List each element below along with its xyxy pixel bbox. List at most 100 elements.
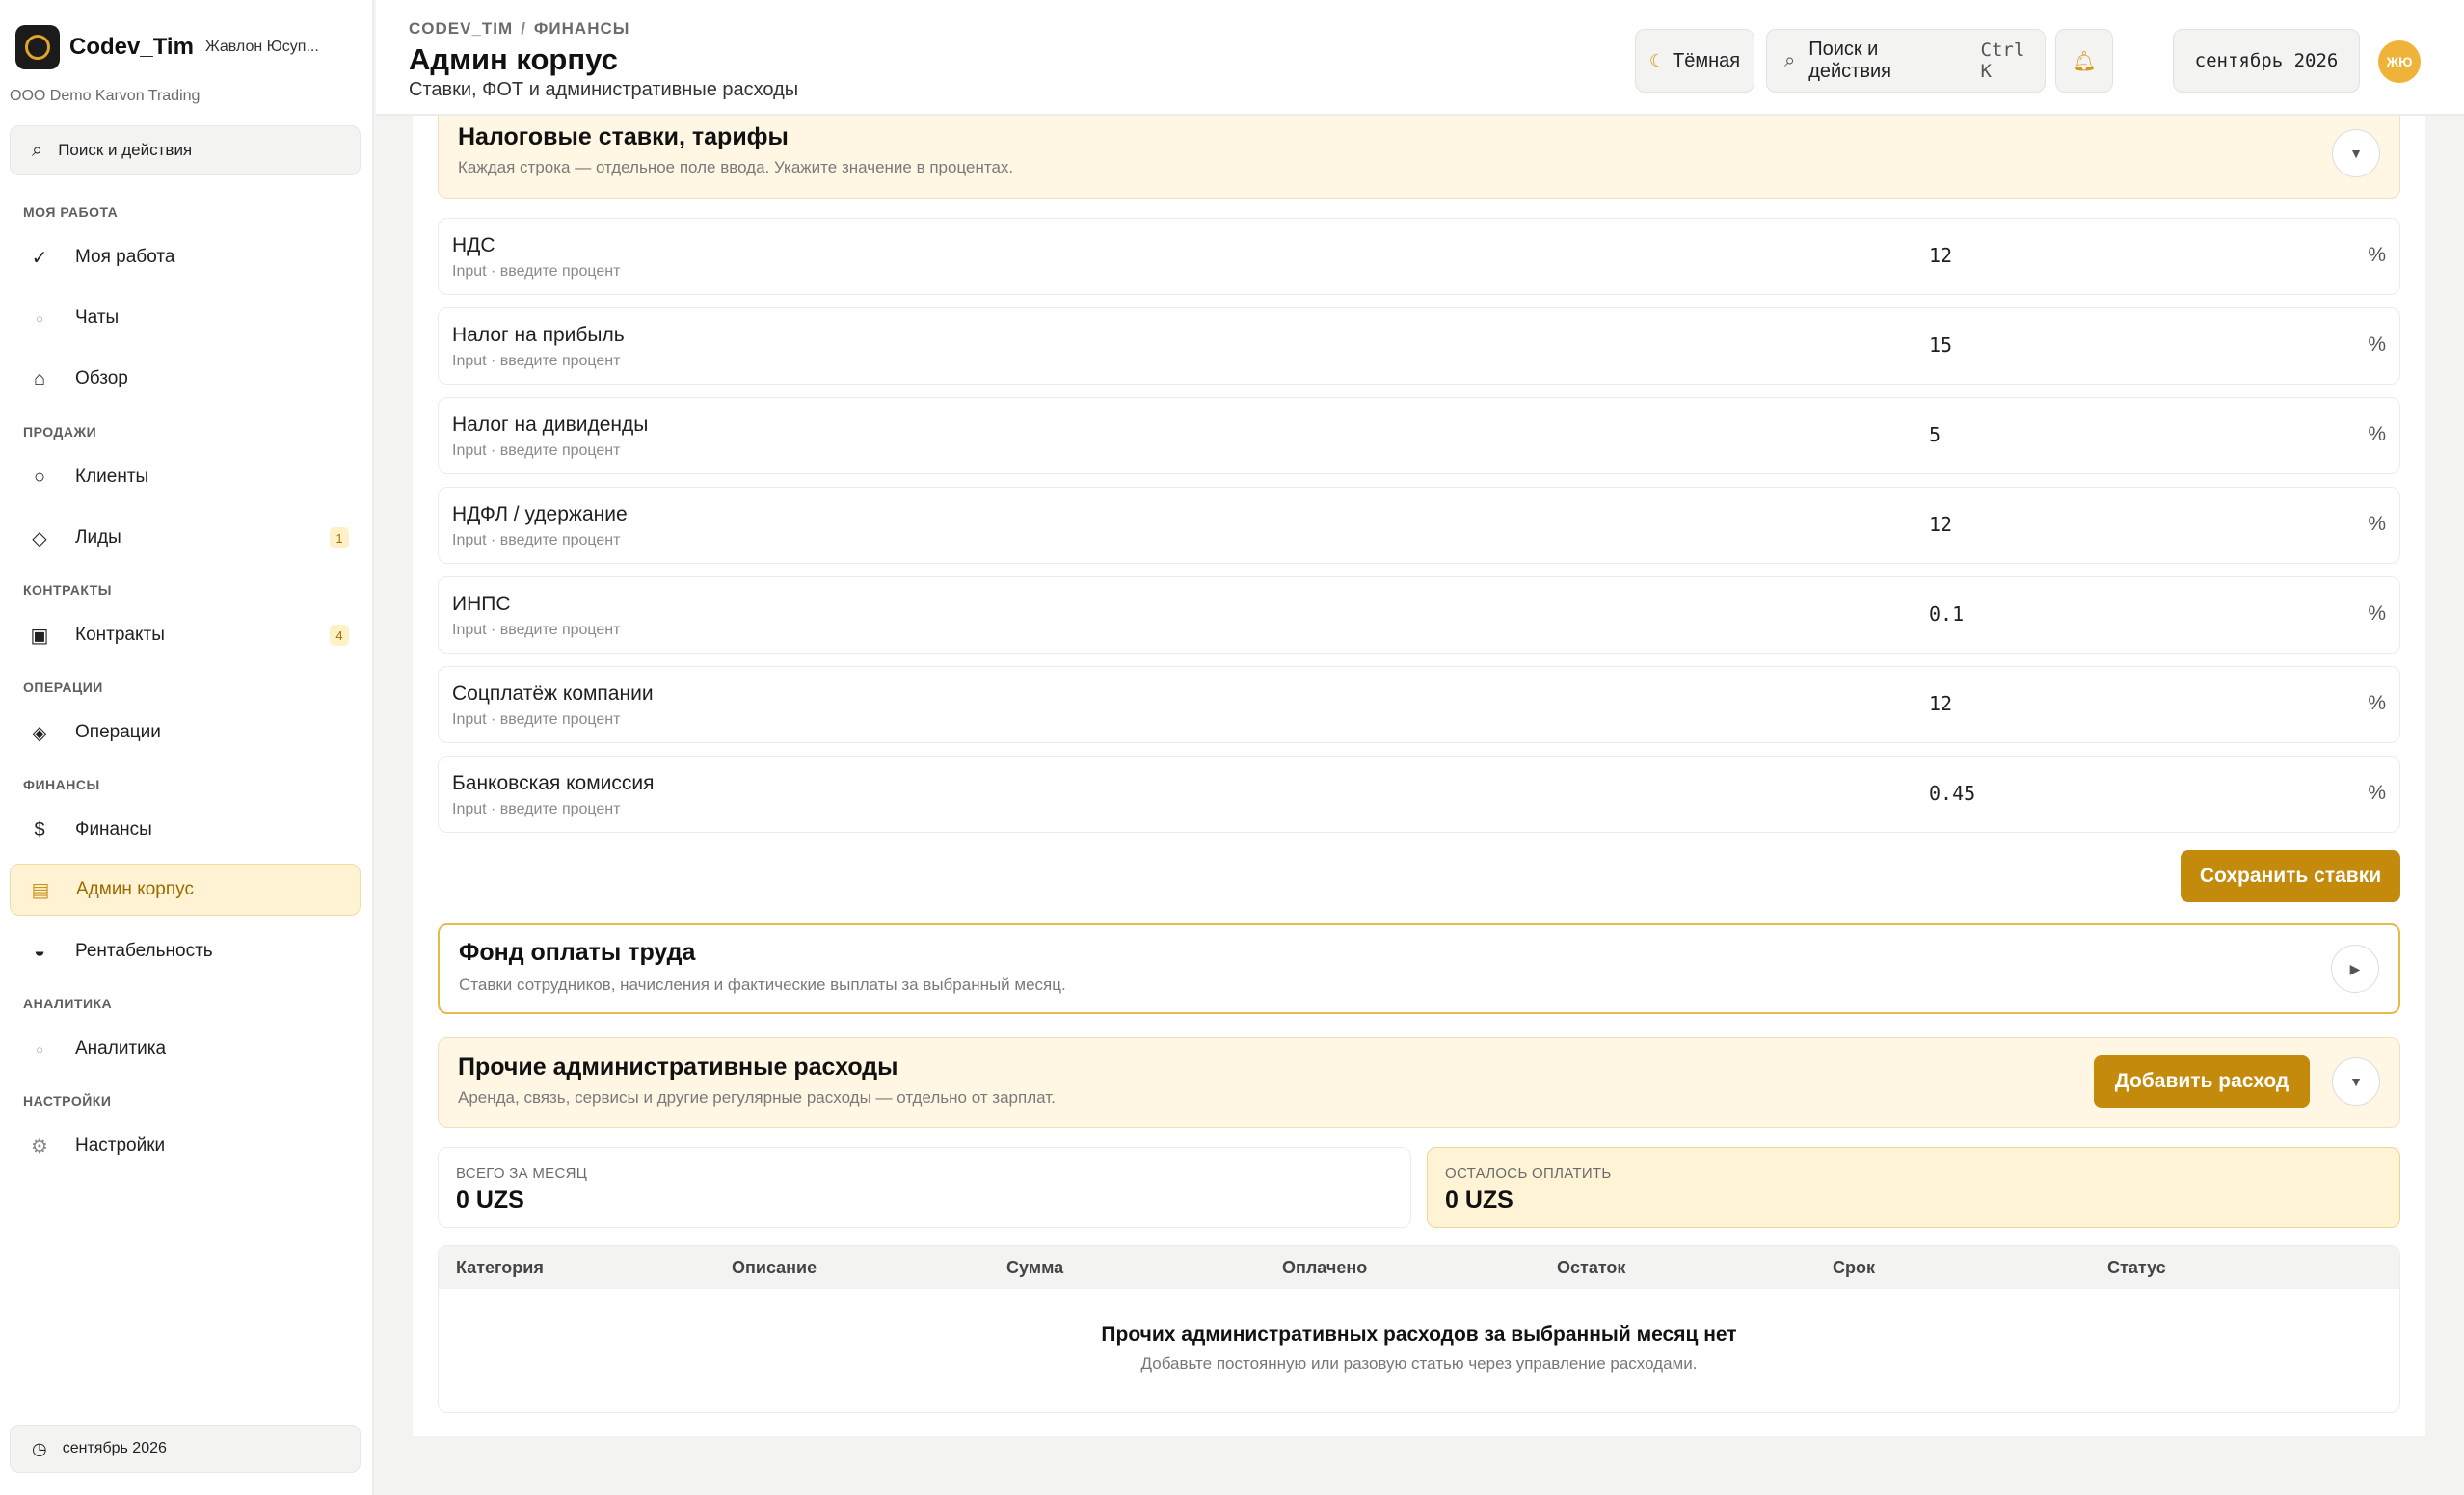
percent-unit: %	[2368, 782, 2386, 804]
column-header-balance[interactable]: Остаток	[1557, 1258, 1625, 1278]
tax-row-profit[interactable]: Налог на прибыль Input · введите процент…	[438, 307, 2400, 385]
square-icon: ▣	[30, 625, 49, 647]
circle-icon: ○	[33, 466, 46, 488]
payroll-desc: Ставки сотрудников, начисления и фактиче…	[459, 975, 1066, 994]
diamond-filled-icon: ◈	[32, 722, 47, 744]
tax-row-bank-fee[interactable]: Банковская комиссия Input · введите проц…	[438, 756, 2400, 833]
tax-rate-input[interactable]: 15	[1929, 334, 1952, 357]
sidebar-item-label: Контракты	[75, 625, 165, 645]
dot-icon: ○	[36, 310, 43, 326]
breadcrumb-section[interactable]: ФИНАНСЫ	[534, 19, 629, 38]
tax-rate-input[interactable]: 12	[1929, 244, 1952, 267]
tax-row-hint: Input · введите процент	[452, 622, 621, 638]
stat-label: ОСТАЛОСЬ ОПЛАТИТЬ	[1445, 1165, 1612, 1182]
tax-rate-input[interactable]: 12	[1929, 692, 1952, 715]
tax-row-hint: Input · введите процент	[452, 353, 621, 369]
section-title-finance: ФИНАНСЫ	[23, 777, 100, 792]
sidebar-month-label: сентябрь 2026	[62, 1440, 167, 1456]
section-title-sales: ПРОДАЖИ	[23, 424, 97, 440]
sidebar-item-label: Обзор	[75, 368, 128, 388]
sidebar-item-profitability[interactable]: ◒ Рентабельность	[10, 925, 361, 977]
stat-value: 0 UZS	[1445, 1187, 1513, 1214]
percent-unit: %	[2368, 513, 2386, 535]
chevron-down-icon: ▼	[2349, 146, 2363, 161]
tax-row-income-tax[interactable]: НДФЛ / удержание Input · введите процент…	[438, 487, 2400, 564]
column-header-description[interactable]: Описание	[732, 1258, 817, 1278]
tax-row-vat[interactable]: НДС Input · введите процент 12 %	[438, 218, 2400, 295]
sidebar-item-settings[interactable]: ⚙ Настройки	[10, 1120, 361, 1172]
sidebar-item-admin-corp[interactable]: ▤ Админ корпус	[10, 864, 361, 916]
brand[interactable]: Codev_Tim Жавлон Юсуп...	[15, 25, 319, 69]
sidebar-item-contracts[interactable]: ▣ Контракты 4	[10, 609, 361, 661]
header-search-label: Поиск и действия	[1808, 39, 1891, 82]
tax-rate-input[interactable]: 0.45	[1929, 782, 1975, 805]
header-search-button[interactable]: ⌕ Поиск и действия Ctrl K	[1766, 29, 2046, 93]
tax-row-social[interactable]: Соцплатёж компании Input · введите проце…	[438, 666, 2400, 743]
add-expense-button[interactable]: Добавить расход	[2094, 1055, 2310, 1108]
sidebar-item-operations[interactable]: ◈ Операции	[10, 707, 361, 759]
tax-row-hint: Input · введите процент	[452, 711, 621, 728]
empty-state-desc: Добавьте постоянную или разовую статью ч…	[1140, 1354, 1698, 1373]
page-title: Админ корпус	[409, 42, 618, 76]
column-header-status[interactable]: Статус	[2107, 1258, 2166, 1278]
sidebar-item-analytics[interactable]: ○ Аналитика	[10, 1023, 361, 1075]
sidebar: Codev_Tim Жавлон Юсуп... OOO Demo Karvon…	[0, 0, 374, 1495]
percent-unit: %	[2368, 244, 2386, 266]
tax-row-inps[interactable]: ИНПС Input · введите процент 0.1 %	[438, 576, 2400, 654]
sidebar-month-selector[interactable]: ◷ сентябрь 2026	[10, 1425, 361, 1473]
sidebar-item-overview[interactable]: ⌂ Обзор	[10, 353, 361, 405]
tax-row-label: Налог на прибыль	[452, 324, 625, 346]
stat-label: ВСЕГО ЗА МЕСЯЦ	[456, 1165, 588, 1182]
collapse-other-expenses-button[interactable]: ▼	[2332, 1057, 2380, 1106]
expenses-table: Категория Описание Сумма Оплачено Остато…	[438, 1245, 2400, 1413]
diamond-icon: ◇	[32, 527, 47, 549]
main-content: Налоговые ставки, тарифы Каждая строка —…	[413, 116, 2425, 1436]
sidebar-search-button[interactable]: ⌕ Поиск и действия	[10, 125, 361, 175]
expand-payroll-button[interactable]: ▶	[2331, 945, 2379, 993]
search-shortcut: Ctrl K	[1980, 40, 2025, 82]
tax-rates-desc: Каждая строка — отдельное поле ввода. Ук…	[458, 158, 1014, 176]
sidebar-item-chats[interactable]: ○ Чаты	[10, 292, 361, 344]
chevron-down-icon: ▼	[2349, 1074, 2363, 1089]
other-expenses-desc: Аренда, связь, сервисы и другие регулярн…	[458, 1088, 1056, 1107]
collapse-tax-rates-button[interactable]: ▼	[2332, 129, 2380, 177]
tax-row-label: Налог на дивиденды	[452, 414, 649, 436]
sidebar-item-leads[interactable]: ◇ Лиды 1	[10, 512, 361, 564]
percent-unit: %	[2368, 692, 2386, 714]
tax-rate-input[interactable]: 12	[1929, 513, 1952, 536]
column-header-paid[interactable]: Оплачено	[1282, 1258, 1367, 1278]
tax-row-dividends[interactable]: Налог на дивиденды Input · введите проце…	[438, 397, 2400, 474]
sidebar-item-label: Клиенты	[75, 467, 149, 487]
avatar[interactable]: ЖЮ	[2378, 40, 2421, 83]
notifications-button[interactable]: 🔔︎	[2055, 29, 2113, 93]
save-rates-button[interactable]: Сохранить ставки	[2181, 850, 2400, 902]
section-title-my-work: МОЯ РАБОТА	[23, 204, 119, 220]
chevron-right-icon: ▶	[2349, 960, 2361, 976]
tax-rate-input[interactable]: 5	[1929, 423, 1941, 446]
bell-icon: 🔔︎	[2072, 50, 2097, 72]
sidebar-item-finance[interactable]: $ Финансы	[10, 804, 361, 856]
tax-rates-title: Налоговые ставки, тарифы	[458, 123, 789, 150]
sidebar-item-clients[interactable]: ○ Клиенты	[10, 451, 361, 503]
tax-row-label: ИНПС	[452, 593, 511, 615]
breadcrumb-root[interactable]: CODEV_TIM	[409, 19, 513, 38]
moon-icon: ☾	[1648, 50, 1666, 70]
tax-row-hint: Input · введите процент	[452, 532, 621, 548]
tax-rate-input[interactable]: 0.1	[1929, 602, 1964, 626]
sidebar-search-label: Поиск и действия	[58, 141, 193, 159]
section-title-analytics: АНАЛИТИКА	[23, 996, 113, 1011]
dollar-icon: $	[34, 818, 45, 841]
column-header-due[interactable]: Срок	[1833, 1258, 1875, 1278]
contracts-count-badge: 4	[330, 625, 349, 646]
theme-toggle-button[interactable]: ☾ Тёмная	[1635, 29, 1754, 93]
column-header-category[interactable]: Категория	[456, 1258, 544, 1278]
other-expenses-title: Прочие административные расходы	[458, 1054, 898, 1081]
column-header-amount[interactable]: Сумма	[1006, 1258, 1063, 1278]
percent-unit: %	[2368, 423, 2386, 445]
percent-unit: %	[2368, 334, 2386, 356]
sidebar-item-my-work[interactable]: ✓ Моя работа	[10, 231, 361, 283]
month-selector[interactable]: сентябрь 2026	[2173, 29, 2360, 93]
dot-icon: ○	[36, 1041, 43, 1056]
home-icon: ⌂	[33, 367, 46, 389]
payroll-card[interactable]: Фонд оплаты труда Ставки сотрудников, на…	[438, 923, 2400, 1014]
